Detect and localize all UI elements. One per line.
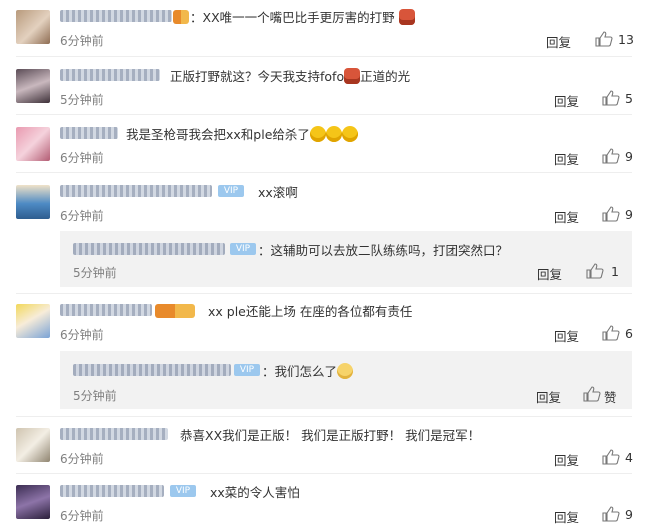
reply-button[interactable]: 回复 (554, 149, 579, 168)
thumbs-up-icon[interactable] (602, 449, 620, 465)
divider (16, 416, 632, 417)
username[interactable] (60, 304, 152, 316)
username[interactable] (60, 10, 172, 22)
reply-button[interactable]: 回复 (546, 32, 571, 51)
comment-item: 正版打野就这？今天我支持fofo 正道的光 5分钟前 回复 5 (0, 68, 648, 115)
username[interactable] (60, 185, 212, 197)
reply-button[interactable]: 回复 (536, 387, 561, 406)
reply-box: VIP ：这辅助可以去放二队练练吗，打团突然口？ 5分钟前 回复 1 (60, 231, 632, 287)
avatar[interactable] (16, 10, 50, 44)
comment-item: VIP xx菜的令人害怕 6分钟前 回复 9 (0, 485, 648, 531)
reply-button[interactable]: 回复 (554, 507, 579, 526)
avatar[interactable] (16, 127, 50, 161)
divider (16, 293, 632, 294)
reply-button[interactable]: 回复 (554, 326, 579, 345)
thumbs-up-icon[interactable] (602, 90, 620, 106)
avatar[interactable] (16, 185, 50, 219)
divider (16, 172, 632, 173)
laugh-emoji-icon (325, 126, 342, 142)
reply-text: ：我们怎么了 (262, 361, 354, 380)
username[interactable] (60, 485, 164, 497)
thumbs-up-icon[interactable] (595, 31, 613, 47)
thumbs-up-icon[interactable] (602, 148, 620, 164)
reply-time: 5分钟前 (73, 389, 117, 403)
like-count: 4 (625, 450, 633, 465)
thumbs-up-icon[interactable] (602, 506, 620, 522)
like-count: 13 (618, 32, 634, 47)
vip-badge: VIP (230, 243, 256, 255)
divider (16, 473, 632, 474)
like-count: 9 (625, 149, 633, 164)
thumbs-up-icon[interactable] (602, 206, 620, 222)
comment-text: xx ple还能上场 在座的各位都有责任 (208, 304, 413, 319)
comment-time: 6分钟前 (60, 34, 104, 48)
like-label[interactable]: 赞 (604, 387, 617, 406)
comment-time: 6分钟前 (60, 151, 104, 165)
username[interactable] (60, 428, 168, 440)
avatar[interactable] (16, 428, 50, 462)
cat-emoji-icon (337, 363, 354, 379)
laugh-emoji-icon (309, 126, 326, 142)
username[interactable] (73, 364, 231, 376)
comment-time: 6分钟前 (60, 209, 104, 223)
comment-item: VIP xx滚啊 6分钟前 回复 9 (0, 185, 648, 231)
comment-text: 我是圣枪哥我会把xx和ple给杀了 (126, 124, 358, 143)
reply-box: VIP ：我们怎么了 5分钟前 回复 赞 (60, 351, 632, 409)
vip-badge: VIP (218, 185, 244, 197)
comment-item: ：XX唯一一个嘴巴比手更厉害的打野 6分钟前 回复 13 (0, 7, 648, 56)
comment-item: 我是圣枪哥我会把xx和ple给杀了 6分钟前 回复 9 (0, 124, 648, 173)
divider (16, 114, 632, 115)
vip-badge: VIP (234, 364, 260, 376)
badge-icon (173, 10, 189, 24)
laugh-emoji-icon (341, 126, 358, 142)
emoji-icon (344, 68, 361, 84)
comment-time: 6分钟前 (60, 452, 104, 466)
vip-badge: VIP (170, 485, 196, 497)
reply-text: ：这辅助可以去放二队练练吗，打团突然口？ (258, 243, 509, 258)
like-count: 9 (625, 207, 633, 222)
like-count: 5 (625, 91, 633, 106)
comment-item: xx ple还能上场 在座的各位都有责任 6分钟前 回复 6 (0, 304, 648, 350)
comment-time: 6分钟前 (60, 328, 104, 342)
comment-time: 5分钟前 (60, 93, 104, 107)
thumbs-up-icon[interactable] (602, 325, 620, 341)
avatar[interactable] (16, 69, 50, 103)
like-count: 6 (625, 326, 633, 341)
comment-item: 恭喜XX我们是正版！ 我们是正版打野！ 我们是冠军！ 6分钟前 回复 4 (0, 428, 648, 474)
emoji-icon (398, 9, 415, 25)
reply-time: 5分钟前 (73, 266, 117, 280)
reply-button[interactable]: 回复 (554, 91, 579, 110)
divider (16, 56, 632, 57)
reply-button[interactable]: 回复 (554, 450, 579, 469)
avatar[interactable] (16, 485, 50, 519)
comment-text: xx菜的令人害怕 (210, 485, 300, 500)
comment-text: 正版打野就这？今天我支持fofo 正道的光 (170, 68, 411, 84)
avatar[interactable] (16, 304, 50, 338)
username[interactable] (60, 69, 160, 81)
reply-button[interactable]: 回复 (537, 264, 562, 283)
reply-button[interactable]: 回复 (554, 207, 579, 226)
comment-time: 6分钟前 (60, 509, 104, 523)
username[interactable] (73, 243, 225, 255)
thumbs-up-icon[interactable] (583, 386, 601, 402)
like-count: 9 (625, 507, 633, 522)
like-count: 1 (611, 264, 619, 279)
comment-text: ：XX唯一一个嘴巴比手更厉害的打野 (190, 7, 415, 26)
comment-text: xx滚啊 (258, 185, 298, 200)
badge-icon (155, 304, 195, 318)
thumbs-up-icon[interactable] (586, 263, 604, 279)
username[interactable] (60, 127, 118, 139)
comment-text: 恭喜XX我们是正版！ 我们是正版打野！ 我们是冠军！ (180, 428, 481, 443)
